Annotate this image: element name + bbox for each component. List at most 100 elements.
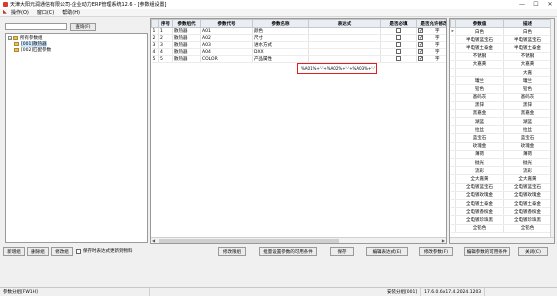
table-row[interactable]: 11散热器A01颜色字 bbox=[151, 27, 446, 35]
vertical-scrollbar[interactable] bbox=[550, 19, 554, 243]
grid-header[interactable]: 表达式 bbox=[308, 19, 381, 28]
grid-header[interactable]: 是否必填 bbox=[380, 19, 417, 28]
row-group[interactable]: 散热器 bbox=[172, 27, 201, 35]
group-tree[interactable]: − 所有参数组 [001]散热器 [002]匹配参数 bbox=[5, 33, 148, 243]
list-item[interactable]: 全电镀土泰金 全电镀土泰金 bbox=[450, 199, 552, 209]
save-button[interactable]: 保存 bbox=[330, 247, 354, 256]
row-seq[interactable]: 5 bbox=[158, 55, 173, 63]
add-group-button[interactable]: 新增组 bbox=[3, 247, 25, 256]
list-item[interactable]: 半电镀土泰金 半电镀土泰金 bbox=[450, 43, 552, 53]
param-description[interactable]: 铅色 bbox=[503, 84, 552, 94]
grid-header[interactable]: 序号 bbox=[158, 19, 173, 28]
editable-cell[interactable]: 字 bbox=[416, 34, 446, 42]
modify-limit-group-button[interactable]: 修改限组 bbox=[218, 247, 246, 256]
list-item[interactable]: 湖蓝 湖蓝 bbox=[450, 117, 552, 127]
row-index[interactable]: 4 bbox=[151, 48, 159, 56]
param-value[interactable]: 蓝宝石 bbox=[455, 133, 504, 143]
param-value[interactable]: 玫瑰金 bbox=[455, 142, 504, 151]
required-checkbox[interactable] bbox=[396, 56, 401, 61]
table-row[interactable]: 33散热器A03进水方式字 bbox=[151, 41, 446, 49]
editable-cell[interactable]: 字 bbox=[416, 55, 446, 63]
list-item[interactable]: 抛光 抛光 bbox=[450, 158, 552, 168]
row-seq[interactable]: 1 bbox=[158, 27, 173, 35]
row-group[interactable]: 散热器 bbox=[172, 41, 201, 49]
required-cell[interactable] bbox=[380, 34, 417, 42]
param-description[interactable]: 全铅色 bbox=[503, 224, 552, 233]
param-description[interactable]: 全电镀玫瑰金 bbox=[503, 191, 552, 200]
row-code[interactable]: A01 bbox=[200, 27, 253, 35]
grid-header[interactable]: 参数名称 bbox=[252, 19, 309, 28]
update-material-checkbox[interactable]: 保存时表达式更新到物料 bbox=[76, 248, 133, 254]
row-name[interactable]: DXX bbox=[252, 48, 309, 56]
row-expression[interactable] bbox=[308, 48, 381, 56]
collapse-icon[interactable]: − bbox=[8, 36, 12, 40]
param-value[interactable]: 抛光 bbox=[455, 158, 504, 168]
param-description[interactable]: 白色 bbox=[503, 27, 552, 37]
search-button[interactable]: 查询(F) bbox=[70, 23, 96, 31]
scroll-right-icon[interactable]: ▶ bbox=[442, 238, 445, 243]
param-description[interactable]: 全电镀香槟金 bbox=[503, 207, 552, 217]
required-cell[interactable] bbox=[380, 27, 417, 35]
row-name[interactable]: 颜色 bbox=[252, 27, 309, 35]
editable-checkbox[interactable] bbox=[418, 42, 423, 47]
param-value[interactable]: 黑嘉金 bbox=[455, 109, 504, 119]
tree-node-match-params[interactable]: [002]匹配参数 bbox=[8, 47, 145, 53]
param-value[interactable]: 全铅色 bbox=[455, 224, 504, 233]
param-description[interactable]: 黑锌 bbox=[503, 101, 552, 110]
edit-expression-button[interactable]: 编辑表达式(E) bbox=[366, 247, 408, 256]
list-item[interactable]: 不锈钢 不锈钢 bbox=[450, 52, 552, 61]
batch-set-conditions-button[interactable]: 批量设置参数的可用条件 bbox=[259, 247, 317, 256]
horizontal-scrollbar[interactable] bbox=[450, 237, 554, 243]
row-index[interactable]: 2 bbox=[151, 34, 159, 42]
row-group[interactable]: 散热器 bbox=[172, 34, 201, 42]
param-description[interactable]: 全电镀土泰金 bbox=[503, 199, 552, 209]
delete-group-button[interactable]: 删除组 bbox=[27, 247, 49, 256]
row-name[interactable]: 进水方式 bbox=[252, 41, 309, 49]
row-expression[interactable] bbox=[308, 27, 381, 35]
row-code[interactable]: A04 bbox=[200, 48, 253, 56]
param-description[interactable]: 大嘉 bbox=[503, 68, 552, 78]
param-value[interactable]: 半电镀蓝宝石 bbox=[455, 35, 504, 45]
editable-checkbox[interactable] bbox=[418, 28, 423, 33]
required-checkbox[interactable] bbox=[396, 42, 401, 47]
grid-header[interactable]: 是否允许修改 bbox=[416, 19, 446, 28]
list-item[interactable]: 全铅色 全铅色 bbox=[450, 224, 552, 233]
param-value[interactable]: 全电镀玫瑰金 bbox=[455, 191, 504, 200]
param-description[interactable]: 全电镀珍珠黑 bbox=[503, 215, 552, 225]
row-group[interactable]: 散热器 bbox=[172, 55, 201, 63]
list-item[interactable]: 罐兰 罐兰 bbox=[450, 76, 552, 86]
list-item[interactable]: 大嘉 bbox=[450, 68, 552, 78]
param-description[interactable]: 黑嘉金 bbox=[503, 109, 552, 119]
param-value[interactable]: 铅色 bbox=[455, 84, 504, 94]
param-value[interactable]: 基码灰 bbox=[455, 93, 504, 102]
table-row[interactable]: 44散热器A04DXX字 bbox=[151, 48, 446, 56]
list-item[interactable]: 全电镀香槟金 全电镀香槟金 bbox=[450, 207, 552, 217]
values-header[interactable]: 参数值 bbox=[455, 19, 504, 28]
grid-header[interactable]: 参数组代 bbox=[172, 19, 201, 28]
param-description[interactable]: 半电镀土泰金 bbox=[503, 43, 552, 53]
param-value[interactable]: 半电镀土泰金 bbox=[455, 43, 504, 53]
param-value[interactable]: 拉丝 bbox=[455, 125, 504, 135]
editable-checkbox[interactable] bbox=[418, 56, 423, 61]
parameter-values-grid[interactable]: 参数值 描述 ▸ 白色 白色 半电镀蓝宝石 半电镀蓝宝石 半电镀土泰金 半电镀土泰金 不锈钢不… bbox=[449, 18, 555, 244]
param-description[interactable]: 拉丝 bbox=[503, 125, 552, 135]
scroll-left-icon[interactable]: ◀ bbox=[152, 238, 155, 243]
row-code[interactable]: A02 bbox=[200, 34, 253, 42]
param-value[interactable]: 罐兰 bbox=[455, 76, 504, 86]
required-checkbox[interactable] bbox=[396, 49, 401, 54]
list-item[interactable]: 铅色 铅色 bbox=[450, 84, 552, 94]
list-item[interactable]: 半电镀蓝宝石 半电镀蓝宝石 bbox=[450, 35, 552, 45]
list-item[interactable]: 玫瑰金 玫瑰金 bbox=[450, 142, 552, 151]
table-row[interactable]: 22散热器A02尺寸字 bbox=[151, 34, 446, 42]
param-value[interactable]: 全电镀珍珠黑 bbox=[455, 215, 504, 225]
required-cell[interactable] bbox=[380, 41, 417, 49]
param-description[interactable]: 半电镀蓝宝石 bbox=[503, 35, 552, 45]
list-item[interactable]: 全电镀珍珠黑 全电镀珍珠黑 bbox=[450, 215, 552, 225]
editable-checkbox[interactable] bbox=[418, 35, 423, 40]
param-value[interactable]: 薄荷 bbox=[455, 150, 504, 160]
required-cell[interactable] bbox=[380, 48, 417, 56]
param-value[interactable]: 大嘉黄 bbox=[455, 60, 504, 69]
close-button[interactable]: 关闭(C) bbox=[518, 247, 548, 256]
list-item[interactable]: 拉丝 拉丝 bbox=[450, 125, 552, 135]
param-value[interactable]: 湖蓝 bbox=[455, 117, 504, 127]
